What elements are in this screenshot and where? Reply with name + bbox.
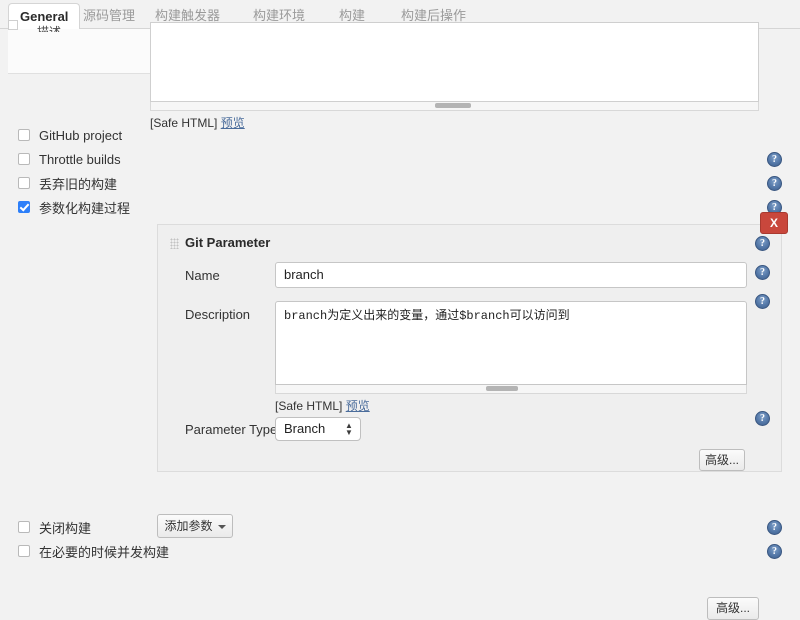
tab-scm[interactable]: 源码管理 xyxy=(72,3,146,29)
parameter-type-label: Parameter Type xyxy=(185,422,278,437)
parameter-advanced-button[interactable]: 高级... xyxy=(699,449,745,471)
checkbox-row-parameterized-build[interactable]: 参数化构建过程 xyxy=(18,199,131,216)
parameterized-build-label: 参数化构建过程 xyxy=(39,200,131,216)
git-parameter-panel: Git Parameter X Name branch Description … xyxy=(157,212,788,472)
job-description-preview-link[interactable]: 预览 xyxy=(221,116,245,130)
job-description-group: [Safe HTML] 预览 xyxy=(150,22,759,131)
delete-parameter-button[interactable]: X xyxy=(760,212,788,234)
disable-build-label: 关闭构建 xyxy=(39,520,92,536)
help-icon-parameter-type[interactable]: ? xyxy=(755,411,770,426)
safe-html-label: [Safe HTML] xyxy=(150,116,218,130)
help-icon-concurrent-build[interactable]: ? xyxy=(767,544,782,559)
parameter-description-group: branch为定义出来的变量，通过$branch可以访问到 [Safe HTML… xyxy=(275,301,747,414)
github-project-label: GitHub project xyxy=(39,127,123,143)
disable-build-checkbox[interactable] xyxy=(18,521,30,533)
job-description-textarea[interactable] xyxy=(150,22,759,102)
clipped-checkbox-stub xyxy=(8,20,18,30)
parameter-safe-html-label: [Safe HTML] xyxy=(275,399,343,413)
parameter-type-select[interactable]: Branch ▲ ▼ xyxy=(275,417,361,441)
discard-old-builds-checkbox[interactable] xyxy=(18,177,30,189)
git-parameter-title: Git Parameter xyxy=(185,235,271,250)
chevron-updown-icon[interactable]: ▲ ▼ xyxy=(345,422,353,437)
parameter-description-textarea[interactable]: branch为定义出来的变量，通过$branch可以访问到 xyxy=(275,301,747,385)
job-description-safehtml-line: [Safe HTML] 预览 xyxy=(150,114,759,131)
throttle-builds-label: Throttle builds xyxy=(39,151,121,167)
parameter-description-preview-link[interactable]: 预览 xyxy=(346,399,370,413)
help-icon-parameter-name[interactable]: ? xyxy=(755,265,770,280)
parameter-description-safehtml-line: [Safe HTML] 预览 xyxy=(275,397,747,414)
checkbox-row-github-project[interactable]: GitHub project xyxy=(18,127,122,143)
description-row-left-panel: 描述 xyxy=(8,20,151,74)
help-icon-parameter-description[interactable]: ? xyxy=(755,294,770,309)
job-description-hscroll-thumb[interactable] xyxy=(435,103,471,108)
parameter-description-hscrollbar[interactable] xyxy=(275,385,747,394)
concurrent-build-checkbox[interactable] xyxy=(18,545,30,557)
parameter-type-value: Branch xyxy=(284,421,326,436)
config-form-area: 描述 [Safe HTML] 预览 GitHub project Throttl… xyxy=(0,20,800,620)
add-parameter-label: 添加参数 xyxy=(164,519,213,533)
concurrent-build-label: 在必要的时候并发构建 xyxy=(39,544,170,560)
throttle-builds-checkbox[interactable] xyxy=(18,153,30,165)
bottom-advanced-button[interactable]: 高级... xyxy=(707,597,759,620)
parameter-name-input[interactable]: branch xyxy=(275,262,747,288)
discard-old-builds-label: 丢弃旧的构建 xyxy=(39,176,118,192)
chevron-down-icon xyxy=(217,524,226,529)
help-icon-parameter-block[interactable]: ? xyxy=(755,236,770,251)
add-parameter-button[interactable]: 添加参数 xyxy=(157,514,233,538)
clipped-description-label: 描述 xyxy=(37,25,62,32)
checkbox-row-discard-old-builds[interactable]: 丢弃旧的构建 xyxy=(18,175,118,192)
drag-handle-icon[interactable] xyxy=(170,238,179,249)
name-field-label: Name xyxy=(185,268,220,283)
help-icon-disable-build[interactable]: ? xyxy=(767,520,782,535)
job-description-hscrollbar[interactable] xyxy=(150,102,759,111)
description-field-label: Description xyxy=(185,307,251,322)
checkbox-row-disable-build[interactable]: 关闭构建 xyxy=(18,519,92,536)
help-icon-throttle-builds[interactable]: ? xyxy=(767,152,782,167)
github-project-checkbox[interactable] xyxy=(18,129,30,141)
checkbox-row-concurrent-build[interactable]: 在必要的时候并发构建 xyxy=(18,543,170,560)
parameter-description-hscroll-thumb[interactable] xyxy=(486,386,518,391)
help-icon-discard-old-builds[interactable]: ? xyxy=(767,176,782,191)
parameterized-build-checkbox[interactable] xyxy=(18,201,30,213)
checkbox-row-throttle-builds[interactable]: Throttle builds xyxy=(18,151,121,167)
